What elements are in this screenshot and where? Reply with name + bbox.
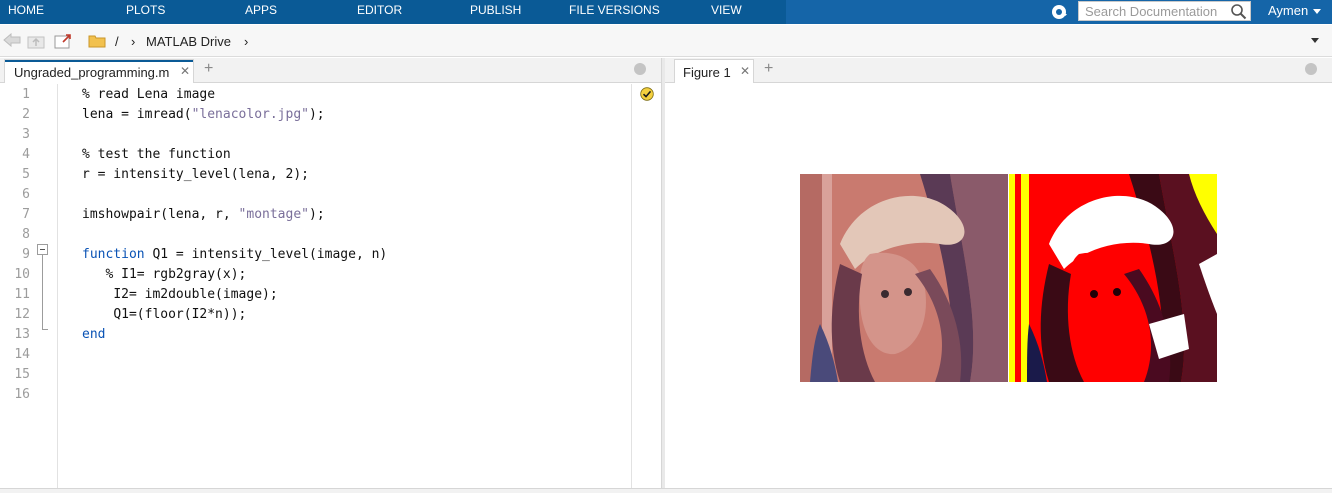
code-line[interactable]: % read Lena image	[82, 87, 215, 106]
add-tab-icon[interactable]: +	[764, 60, 773, 78]
line-number: 6	[22, 187, 30, 202]
tab-plots[interactable]: PLOTS	[126, 0, 165, 24]
quantized-image-panel	[1009, 174, 1217, 382]
search-documentation-field[interactable]	[1078, 1, 1251, 21]
line-number: 12	[14, 307, 30, 322]
code-text: r = intensity_level(lena, 2);	[82, 167, 309, 182]
line-number: 3	[22, 127, 30, 142]
line-number: 8	[22, 227, 30, 242]
browse-folder-icon[interactable]	[53, 33, 73, 50]
folder-icon	[88, 35, 106, 48]
line-number: 16	[14, 387, 30, 402]
line-number: 5	[22, 167, 30, 182]
gear-icon[interactable]	[1050, 4, 1068, 20]
code-string: "lenacolor.jpg"	[191, 107, 309, 122]
figure-pane: Figure 1 ✕ +	[665, 58, 1332, 488]
close-icon[interactable]: ✕	[740, 64, 750, 78]
line-number: 4	[22, 147, 30, 162]
code-line[interactable]: r = intensity_level(lena, 2);	[82, 167, 309, 186]
code-fold-toggle[interactable]	[37, 244, 48, 255]
tab-file-versions[interactable]: FILE VERSIONS	[569, 0, 660, 24]
code-keyword: function	[82, 247, 145, 262]
editor-tabstrip: Ungraded_programming.m ✕ +	[0, 58, 661, 83]
path-folder-matlab-drive[interactable]: MATLAB Drive	[146, 34, 231, 49]
tab-editor[interactable]: EDITOR	[357, 0, 402, 24]
line-number: 7	[22, 207, 30, 222]
tab-ungraded-programming[interactable]: Ungraded_programming.m ✕	[4, 59, 194, 83]
code-text: % test the function	[82, 147, 231, 162]
line-number: 11	[14, 287, 30, 302]
code-line[interactable]: I2= im2double(image);	[82, 287, 278, 306]
line-number: 14	[14, 347, 30, 362]
pane-options-icon[interactable]	[634, 63, 646, 75]
line-number: 2	[22, 107, 30, 122]
code-text: lena = imread(	[82, 107, 192, 122]
path-chevron[interactable]: ›	[131, 34, 135, 49]
line-number: 1	[22, 87, 30, 102]
file-tab-label: Ungraded_programming.m	[14, 65, 170, 80]
code-text: );	[309, 207, 325, 222]
code-text: );	[308, 107, 325, 122]
code-line[interactable]: % test the function	[82, 147, 231, 166]
path-chevron-end[interactable]: ›	[244, 34, 248, 49]
code-string: "montage"	[238, 207, 309, 222]
tab-publish[interactable]: PUBLISH	[470, 0, 521, 24]
toolstrip-ribbon: HOME PLOTS APPS EDITOR PUBLISH FILE VERS…	[0, 0, 1332, 24]
code-text: % I1= rgb2gray(x);	[105, 267, 247, 282]
code-analyzer-bar	[631, 84, 661, 488]
tab-figure-1[interactable]: Figure 1 ✕	[674, 59, 754, 83]
current-folder-bar: / › MATLAB Drive ›	[0, 25, 1332, 57]
user-menu[interactable]: Aymen	[1268, 0, 1308, 24]
up-folder-icon[interactable]	[27, 33, 47, 49]
search-icon[interactable]	[1230, 3, 1247, 20]
status-bar	[0, 488, 1332, 493]
code-line[interactable]: end	[82, 327, 105, 346]
code-text: Q1=(floor(I2*n));	[113, 307, 247, 322]
code-line[interactable]: function Q1 = intensity_level(image, n)	[82, 247, 387, 266]
tab-view[interactable]: VIEW	[711, 0, 742, 24]
code-text: Q1 = intensity_level(image, n)	[144, 247, 388, 262]
code-line[interactable]: lena = imread("lenacolor.jpg");	[82, 107, 325, 126]
code-line[interactable]: Q1=(floor(I2*n));	[82, 307, 246, 326]
code-text: I2= im2double(image);	[113, 287, 278, 302]
editor-pane: Ungraded_programming.m ✕ + 1 2 3 4 5 6 7…	[0, 58, 661, 488]
montage-image	[800, 174, 1217, 382]
line-number: 10	[14, 267, 30, 282]
code-text: imshowpair(lena, r,	[82, 207, 239, 222]
active-tab-indicator	[5, 60, 193, 62]
add-tab-icon[interactable]: +	[204, 60, 213, 78]
code-fold-end	[42, 329, 48, 330]
line-number: 13	[14, 327, 30, 342]
line-number: 15	[14, 367, 30, 382]
code-line[interactable]: imshowpair(lena, r, "montage");	[82, 207, 325, 226]
tab-home[interactable]: HOME	[8, 0, 44, 24]
chevron-down-icon[interactable]	[1313, 9, 1321, 14]
tab-apps[interactable]: APPS	[245, 0, 277, 24]
close-icon[interactable]: ✕	[180, 64, 190, 78]
figure-tab-label: Figure 1	[683, 65, 731, 80]
code-analyzer-ok-icon[interactable]	[640, 87, 654, 101]
code-keyword: end	[82, 327, 106, 342]
path-separator: /	[115, 34, 119, 49]
pane-options-icon[interactable]	[1305, 63, 1317, 75]
back-arrow-icon[interactable]	[3, 33, 21, 47]
code-editor-area[interactable]: % read Lena image lena = imread("lenacolo…	[82, 84, 627, 488]
search-input[interactable]	[1079, 2, 1229, 20]
code-fold-line	[42, 255, 43, 329]
figure-tabstrip: Figure 1 ✕ +	[665, 58, 1332, 83]
line-number: 9	[22, 247, 30, 262]
chevron-down-icon[interactable]	[1311, 38, 1319, 43]
code-line[interactable]: % I1= rgb2gray(x);	[82, 267, 246, 286]
original-image-panel	[800, 174, 1008, 382]
code-text: % read Lena image	[82, 87, 216, 102]
line-number-gutter: 1 2 3 4 5 6 7 8 9 10 11 12 13 14 15 16	[0, 84, 58, 488]
